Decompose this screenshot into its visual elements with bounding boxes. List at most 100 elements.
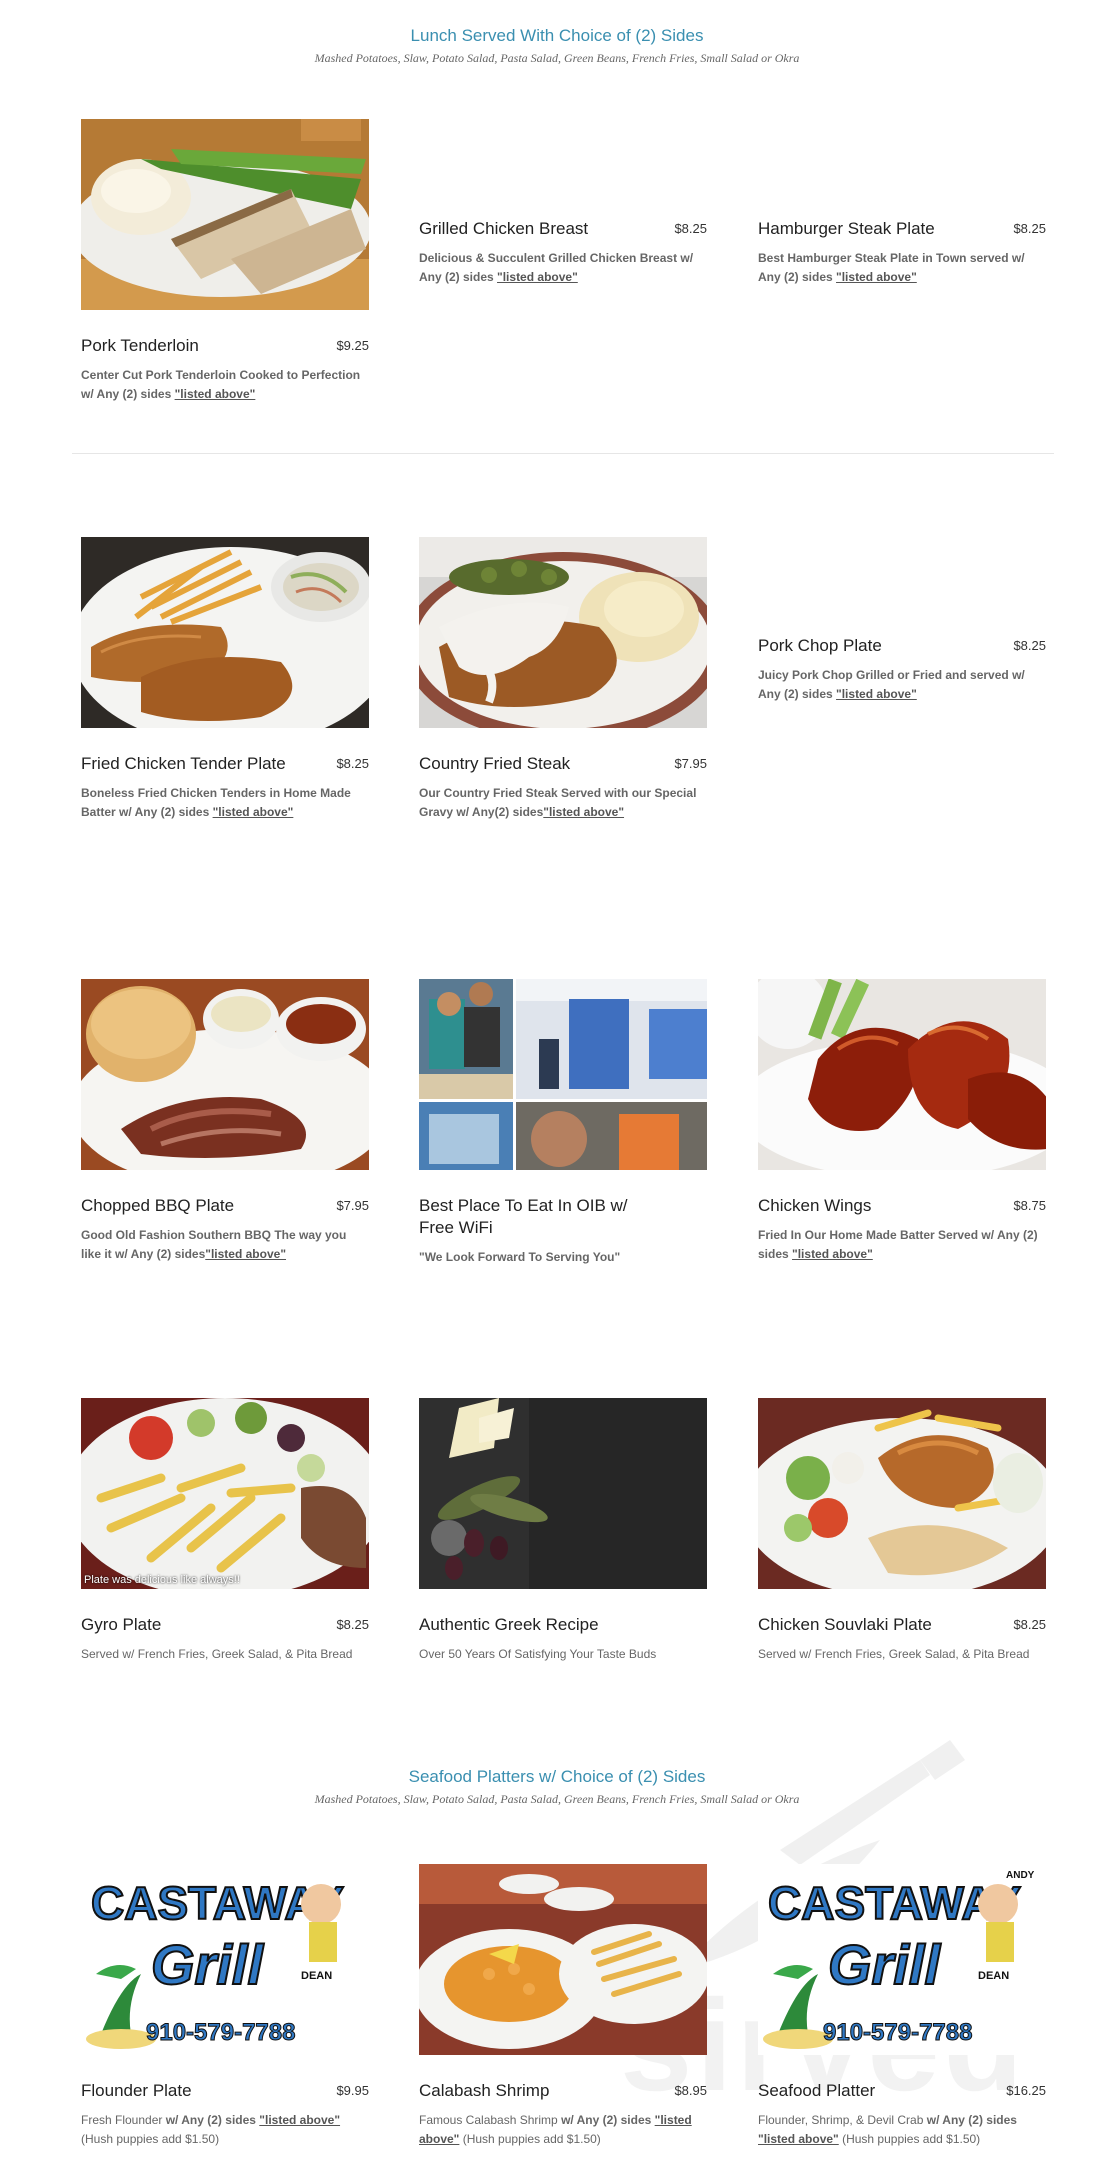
item-description: Good Old Fashion Southern BBQ The way yo…	[81, 1226, 369, 1264]
item-name: Flounder Plate	[81, 2081, 192, 2100]
item-description: Juicy Pork Chop Grilled or Fried and ser…	[758, 666, 1046, 704]
item-description: Center Cut Pork Tenderloin Cooked to Per…	[81, 366, 369, 404]
item-description: Best Hamburger Steak Plate in Town serve…	[758, 249, 1046, 287]
listed-above-link[interactable]: "listed above"	[836, 270, 917, 284]
item-name: Best Place To Eat In OIB w/ Free WiFi	[419, 1196, 628, 1237]
item-price: $16.25	[1006, 2083, 1046, 2098]
menu-item-greek-recipe: Authentic Greek Recipe Over 50 Years Of …	[419, 1398, 707, 1664]
greek-recipe-photo[interactable]	[419, 1398, 707, 1589]
listed-above-link[interactable]: "listed above"	[205, 1247, 286, 1261]
description-text: Fresh Flounder	[81, 2113, 166, 2127]
item-name: Authentic Greek Recipe	[419, 1615, 599, 1634]
section-divider	[72, 453, 1054, 454]
logo-name-tag: DEAN	[978, 1970, 1009, 1982]
item-price: $8.95	[674, 2083, 707, 2098]
item-description: Over 50 Years Of Satisfying Your Taste B…	[419, 1647, 657, 1661]
item-description: Delicious & Succulent Grilled Chicken Br…	[419, 249, 707, 287]
chicken-wings-photo[interactable]	[758, 979, 1046, 1170]
listed-above-link[interactable]: "listed above"	[836, 687, 917, 701]
seafood-section-header: Seafood Platters w/ Choice of (2) Sides …	[0, 1767, 1114, 1807]
item-description: Fresh Flounder w/ Any (2) sides "listed …	[81, 2111, 369, 2149]
description-note: (Hush puppies add $1.50)	[838, 2132, 981, 2146]
menu-item-chicken-wings: Chicken Wings $8.75 Fried In Our Home Ma…	[758, 979, 1046, 1264]
logo-name-tag-2: ANDY	[1006, 1870, 1035, 1881]
section-title: Lunch Served With Choice of (2) Sides	[410, 26, 704, 45]
logo-name-tag: DEAN	[301, 1970, 332, 1982]
item-description: Served w/ French Fries, Greek Salad, & P…	[81, 1647, 353, 1661]
item-name: Country Fried Steak	[419, 754, 571, 773]
section-subtitle: Mashed Potatoes, Slaw, Potato Salad, Pas…	[314, 1792, 800, 1806]
item-price: $8.25	[336, 756, 369, 771]
item-price: $7.95	[674, 756, 707, 771]
fried-chicken-photo[interactable]	[81, 537, 369, 728]
item-name: Chicken Souvlaki Plate	[758, 1615, 932, 1634]
item-price: $8.75	[1013, 1198, 1046, 1213]
item-name: Pork Chop Plate	[758, 636, 882, 655]
photo-caption: Plate was delicious like always!!	[84, 1574, 240, 1586]
item-description: "We Look Forward To Serving You"	[419, 1250, 621, 1264]
menu-item-hamburger-steak: Hamburger Steak Plate $8.25 Best Hamburg…	[758, 218, 1046, 287]
item-name: Pork Tenderloin	[81, 336, 199, 355]
menu-item-country-fried-steak: Country Fried Steak $7.95 Our Country Fr…	[419, 537, 707, 822]
listed-above-link[interactable]: "listed above"	[259, 2113, 340, 2127]
item-name: Gyro Plate	[81, 1615, 162, 1634]
item-description: Flounder, Shrimp, & Devil Crab w/ Any (2…	[758, 2111, 1046, 2149]
castaway-logo-photo[interactable]: CASTAWAY Grill ANDY DEAN 910-579-7788	[758, 1864, 1046, 2055]
listed-above-link[interactable]: "listed above"	[758, 2132, 839, 2146]
item-price: $8.25	[1013, 638, 1046, 653]
item-price: $7.95	[336, 1198, 369, 1213]
item-price: $9.95	[336, 2083, 369, 2098]
listed-above-link[interactable]: "listed above"	[497, 270, 578, 284]
menu-item-grilled-chicken: Grilled Chicken Breast $8.25 Delicious &…	[419, 218, 707, 287]
menu-item-calabash-shrimp: Calabash Shrimp $8.95 Famous Calabash Sh…	[419, 1864, 707, 2149]
listed-above-link[interactable]: "listed above"	[792, 1247, 873, 1261]
description-note: (Hush puppies add $1.50)	[459, 2132, 601, 2146]
item-description: Boneless Fried Chicken Tenders in Home M…	[81, 784, 369, 822]
calabash-shrimp-photo[interactable]	[419, 1864, 707, 2055]
description-text: Famous Calabash Shrimp	[419, 2113, 562, 2127]
description-text: Flounder, Shrimp, & Devil Crab	[758, 2113, 927, 2127]
listed-above-link[interactable]: "listed above"	[543, 805, 624, 819]
description-note: (Hush puppies add $1.50)	[81, 2132, 220, 2146]
item-price: $8.25	[1013, 1617, 1046, 1632]
chopped-bbq-photo[interactable]	[81, 979, 369, 1170]
item-name: Hamburger Steak Plate	[758, 219, 935, 238]
description-bold: w/ Any (2) sides	[165, 2113, 260, 2127]
section-subtitle: Mashed Potatoes, Slaw, Potato Salad, Pas…	[314, 51, 800, 65]
item-description: Fried In Our Home Made Batter Served w/ …	[758, 1226, 1046, 1264]
castaway-logo-photo[interactable]: CASTAWAY Grill DEAN 910-579-7788	[81, 1864, 369, 2055]
item-description: Our Country Fried Steak Served with our …	[419, 784, 707, 822]
menu-item-gyro: Plate was delicious like always!! Gyro P…	[81, 1398, 369, 1664]
item-name: Grilled Chicken Breast	[419, 219, 589, 238]
item-name: Fried Chicken Tender Plate	[81, 754, 286, 773]
item-price: $8.25	[1013, 221, 1046, 236]
item-name: Calabash Shrimp	[419, 2081, 550, 2100]
item-price: $8.25	[336, 1617, 369, 1632]
item-description: Famous Calabash Shrimp w/ Any (2) sides …	[419, 2111, 707, 2149]
menu-item-pork-chop: Pork Chop Plate $8.25 Juicy Pork Chop Gr…	[758, 635, 1046, 704]
menu-item-pork-tenderloin: Pork Tenderloin $9.25 Center Cut Pork Te…	[81, 119, 369, 404]
item-price: $9.25	[336, 338, 369, 353]
country-fried-steak-photo[interactable]	[419, 537, 707, 728]
menu-item-best-place: Best Place To Eat In OIB w/ Free WiFi "W…	[419, 979, 707, 1267]
menu-item-fried-chicken-tender: Fried Chicken Tender Plate $8.25 Boneles…	[81, 537, 369, 822]
listed-above-link[interactable]: "listed above"	[213, 805, 294, 819]
logo-phone: 910-579-7788	[146, 2019, 295, 2046]
menu-item-seafood-platter: CASTAWAY Grill ANDY DEAN 910-579-7788 Se…	[758, 1864, 1046, 2149]
item-name: Chicken Wings	[758, 1196, 872, 1215]
logo-line2: Grill	[151, 1933, 264, 1996]
item-price: $8.25	[674, 221, 707, 236]
item-description: Served w/ French Fries, Greek Salad, & P…	[758, 1647, 1030, 1661]
menu-item-chopped-bbq: Chopped BBQ Plate $7.95 Good Old Fashion…	[81, 979, 369, 1264]
description-bold: w/ Any (2) sides	[561, 2113, 655, 2127]
logo-line2: Grill	[828, 1933, 941, 1996]
chicken-souvlaki-photo[interactable]	[758, 1398, 1046, 1589]
gyro-photo[interactable]: Plate was delicious like always!!	[81, 1398, 369, 1589]
pork-tenderloin-photo[interactable]	[81, 119, 369, 310]
description-bold: w/ Any (2) sides	[926, 2113, 1017, 2127]
listed-above-link[interactable]: "listed above"	[175, 387, 256, 401]
restaurant-collage-photo[interactable]	[419, 979, 707, 1170]
item-name: Chopped BBQ Plate	[81, 1196, 235, 1215]
menu-item-chicken-souvlaki: Chicken Souvlaki Plate $8.25 Served w/ F…	[758, 1398, 1046, 1664]
section-title: Seafood Platters w/ Choice of (2) Sides	[408, 1767, 706, 1786]
